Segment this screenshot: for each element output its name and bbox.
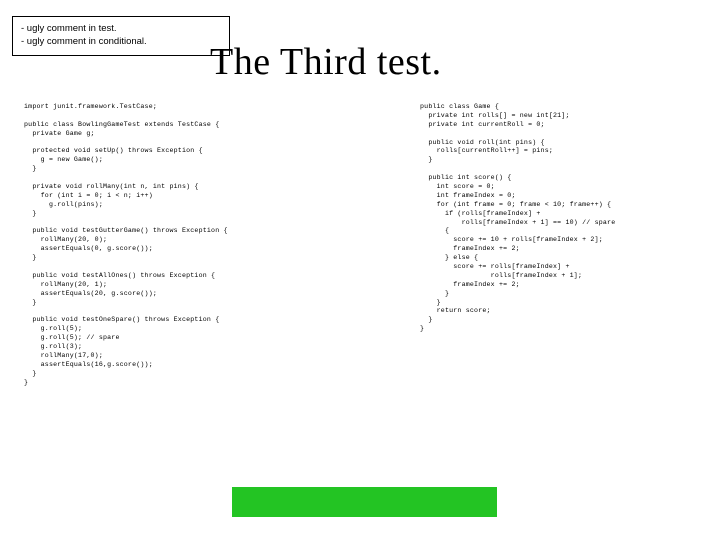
green-test-bar: [232, 487, 497, 517]
code-block-game: public class Game { private int rolls[] …: [420, 103, 710, 334]
code-block-test: import junit.framework.TestCase; public …: [24, 103, 414, 388]
note-line-2: - ugly comment in conditional.: [21, 36, 221, 49]
note-line-1: - ugly comment in test.: [21, 23, 221, 36]
slide-title: The Third test.: [210, 40, 442, 84]
slide: - ugly comment in test. - ugly comment i…: [0, 0, 720, 540]
note-box: - ugly comment in test. - ugly comment i…: [12, 16, 230, 56]
